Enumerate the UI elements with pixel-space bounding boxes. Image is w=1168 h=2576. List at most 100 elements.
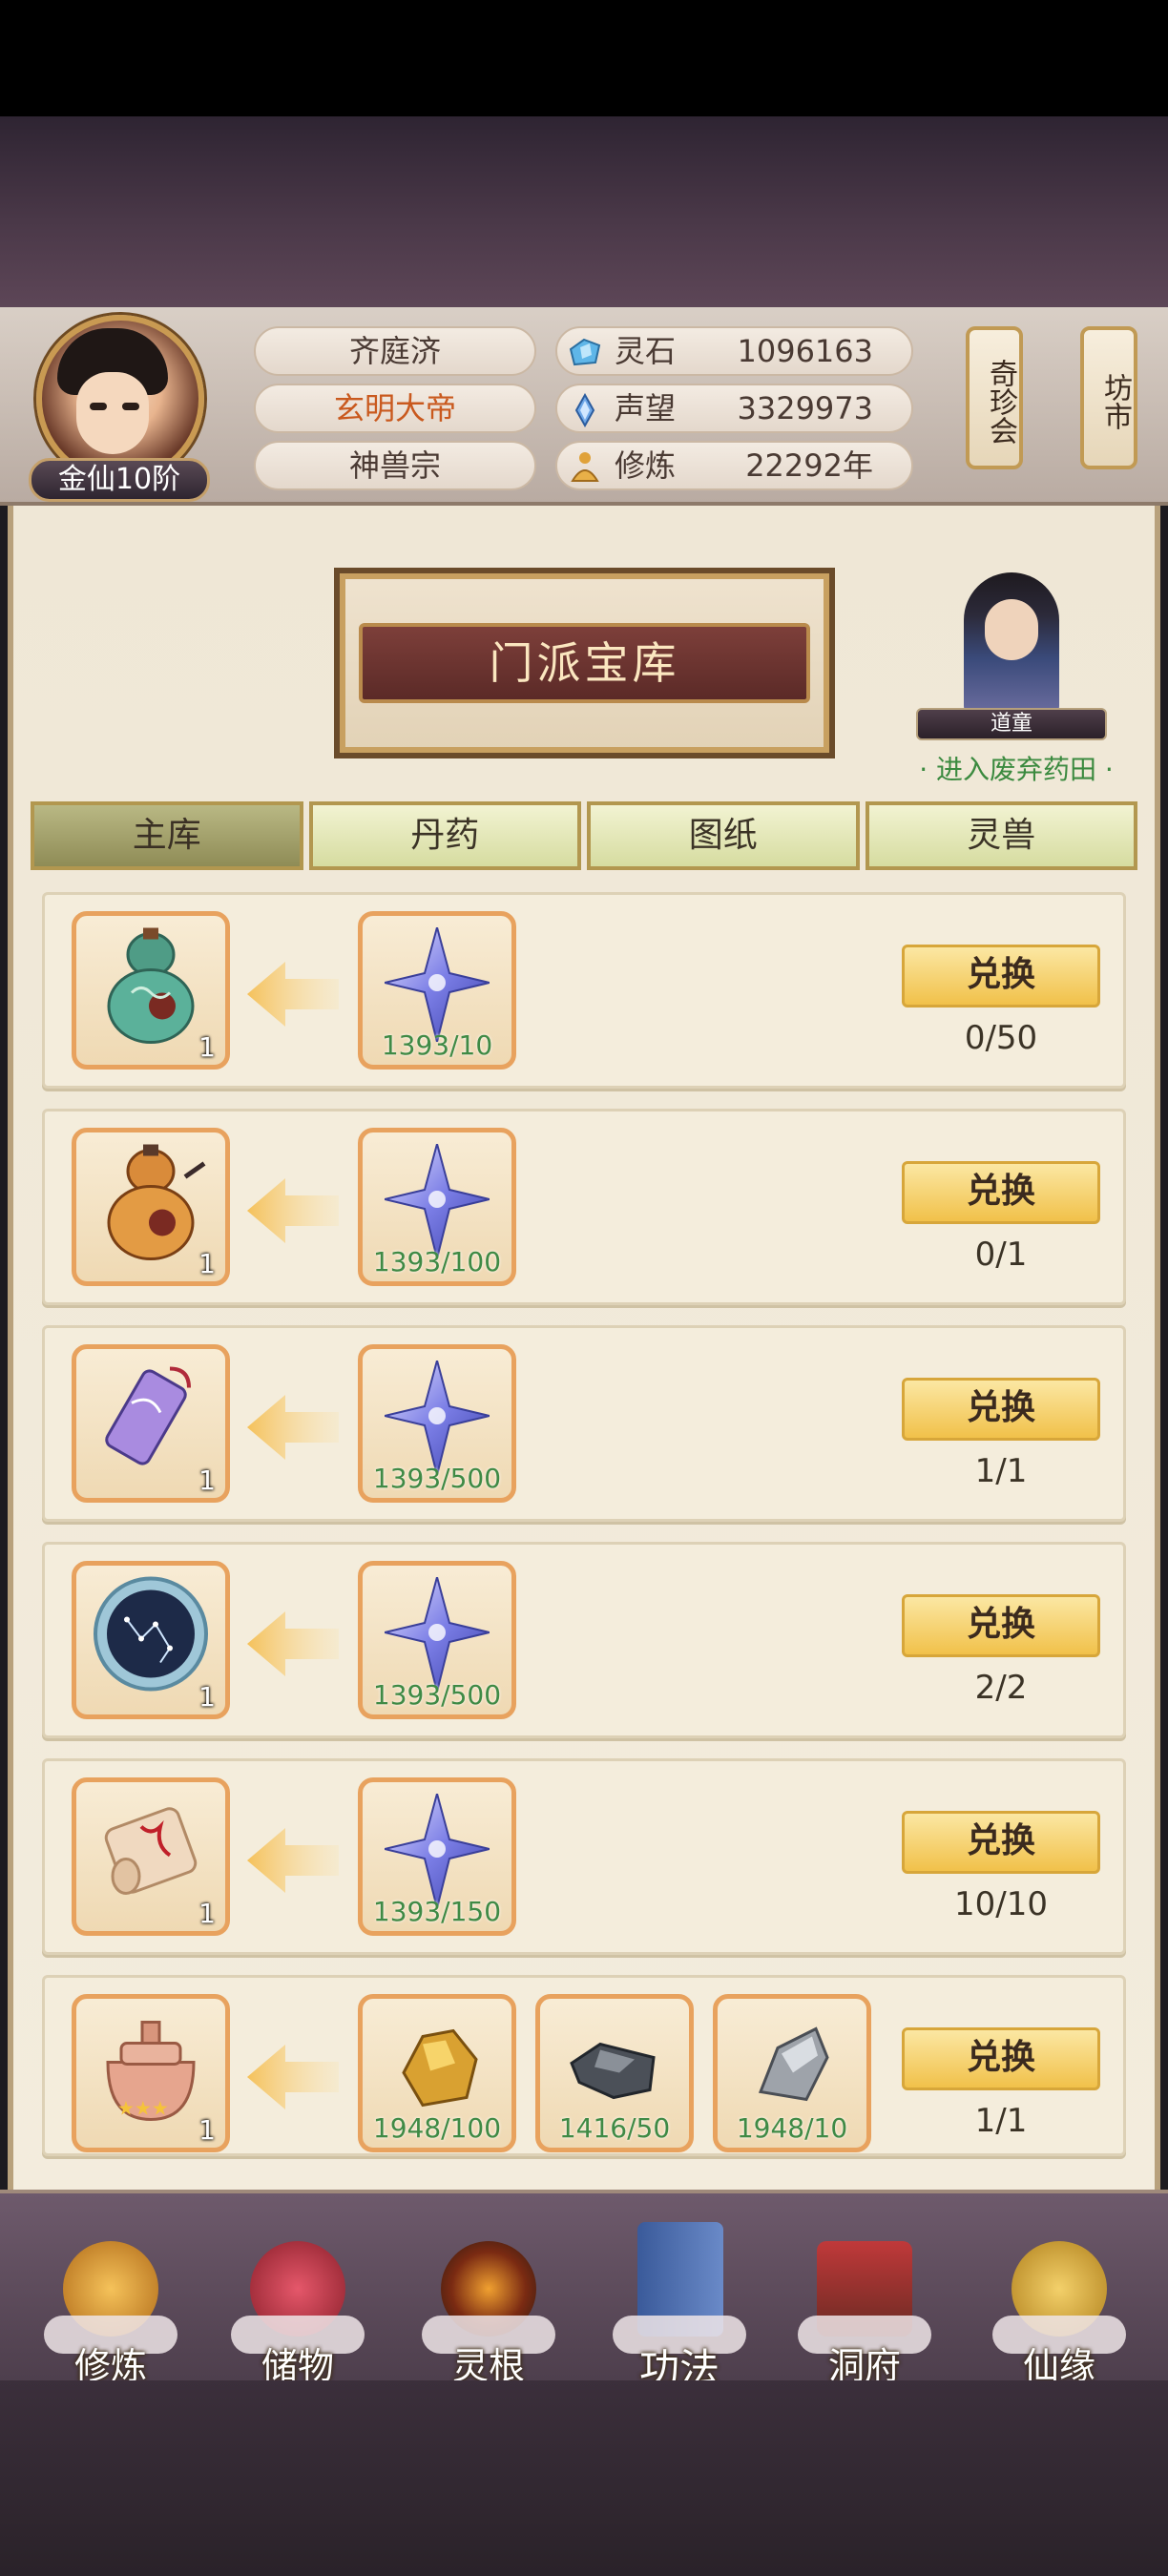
cost-slot[interactable]: 1393/10 xyxy=(358,911,516,1070)
arrow-left-icon xyxy=(247,1178,339,1243)
reward-slot[interactable]: 1 xyxy=(72,1561,230,1719)
exchange-progress: 0/1 xyxy=(974,1236,1028,1274)
nav-techniques[interactable]: 功法 xyxy=(603,2222,756,2392)
nav-cultivate[interactable]: 修炼 xyxy=(34,2241,187,2387)
avatar-eye xyxy=(90,403,107,410)
title-plaque: 门派宝库 xyxy=(334,568,835,758)
dark-ore-icon xyxy=(570,2042,656,2100)
svg-text:★★★: ★★★ xyxy=(117,2097,169,2120)
nav-storage[interactable]: 储物 xyxy=(221,2241,374,2387)
spirit-stone-icon xyxy=(569,338,601,366)
resource-label: 灵石 xyxy=(615,333,677,369)
arrow-left-icon xyxy=(247,1828,339,1893)
tab-main-vault[interactable]: 主库 xyxy=(31,801,303,870)
page-title: 门派宝库 xyxy=(359,623,810,703)
exchange-row: 1 1393/10 兑换 0/50 xyxy=(42,892,1126,1089)
nav-spirit-root[interactable]: 灵根 xyxy=(412,2241,565,2387)
player-header: 金仙10阶 齐庭济 玄明大帝 神兽宗 灵石 1096163 声望 3329973… xyxy=(0,307,1168,506)
exchange-button[interactable]: 兑换 xyxy=(902,1811,1100,1874)
cultivation-icon xyxy=(571,452,599,482)
reward-slot[interactable]: 1 xyxy=(72,1128,230,1286)
cost-slot[interactable]: 1948/10 xyxy=(713,1994,871,2152)
silver-ore-icon xyxy=(758,2026,829,2102)
reward-count: 1 xyxy=(198,1031,216,1063)
cost-slot[interactable]: 1393/100 xyxy=(358,1128,516,1286)
exchange-progress: 0/50 xyxy=(964,1019,1038,1057)
exchange-row: ★★★ 1 1948/100 1416/50 1948/10 兑换 1/1 xyxy=(42,1975,1126,2156)
exchange-row: 1 1393/500 兑换 2/2 xyxy=(42,1542,1126,1738)
exchange-row: 1 1393/150 兑换 10/10 xyxy=(42,1758,1126,1955)
reward-count: 1 xyxy=(198,1898,216,1929)
cost-quantity: 1393/100 xyxy=(372,1246,502,1278)
arrow-left-icon xyxy=(247,2045,339,2109)
exchange-button[interactable]: 兑换 xyxy=(902,945,1100,1008)
resource-prestige: 声望 3329973 xyxy=(555,384,913,433)
prestige-icon xyxy=(574,393,595,427)
reward-count: 1 xyxy=(198,2114,216,2146)
background-bottom xyxy=(0,2380,1168,2576)
reward-slot[interactable]: 1 xyxy=(72,1777,230,1936)
nav-cave-dwelling[interactable]: 洞府 xyxy=(788,2241,941,2387)
cost-slot[interactable]: 1393/500 xyxy=(358,1561,516,1719)
purple-star-shard-icon xyxy=(385,1794,490,1908)
tab-bar: 主库 丹药 图纸 灵兽 xyxy=(31,801,1137,870)
cost-slot[interactable]: 1393/150 xyxy=(358,1777,516,1936)
market-button[interactable]: 坊市 xyxy=(1080,326,1137,469)
cost-quantity: 1948/100 xyxy=(372,2112,502,2144)
market-label: 坊市 xyxy=(1098,373,1132,430)
purple-talisman-icon xyxy=(105,1366,191,1465)
exchange-button[interactable]: 兑换 xyxy=(902,2027,1100,2090)
player-sect: 神兽宗 xyxy=(254,441,536,490)
cost-quantity: 1393/10 xyxy=(381,1029,493,1061)
purple-star-shard-icon xyxy=(385,1577,490,1692)
exchange-row: 1 1393/100 兑换 0/1 xyxy=(42,1109,1126,1305)
tab-spirit-beasts[interactable]: 灵兽 xyxy=(865,801,1137,870)
background-top xyxy=(0,116,1168,307)
purple-star-shard-icon xyxy=(385,1144,490,1258)
cost-slot[interactable]: 1393/500 xyxy=(358,1344,516,1503)
reward-slot[interactable]: ★★★ 1 xyxy=(72,1994,230,2152)
tab-pills[interactable]: 丹药 xyxy=(308,801,581,870)
cost-quantity: 1393/500 xyxy=(372,1463,502,1494)
cost-slot[interactable]: 1416/50 xyxy=(535,1994,694,2152)
avatar-face xyxy=(76,372,149,454)
cost-slot[interactable]: 1948/100 xyxy=(358,1994,516,2152)
exchange-button[interactable]: 兑换 xyxy=(902,1378,1100,1441)
enter-abandoned-field-link[interactable]: · 进入废弃药田 · xyxy=(897,749,1136,787)
npc-portrait[interactable]: 道童 xyxy=(907,572,1116,744)
resource-value: 1096163 xyxy=(737,333,873,369)
purple-star-shard-icon xyxy=(385,1361,490,1475)
cost-quantity: 1393/150 xyxy=(372,1896,502,1927)
exchange-button[interactable]: 兑换 xyxy=(902,1161,1100,1224)
exchange-button[interactable]: 兑换 xyxy=(902,1594,1100,1657)
gold-ore-icon xyxy=(402,2028,478,2108)
nav-immortal-fate[interactable]: 仙缘 xyxy=(983,2241,1136,2387)
resource-cultivation: 修炼 22292年 xyxy=(555,441,913,490)
player-name: 齐庭济 xyxy=(254,326,536,376)
resource-spirit-stone: 灵石 1096163 xyxy=(555,326,913,376)
reward-slot[interactable]: 1 xyxy=(72,1344,230,1503)
treasure-fair-button[interactable]: 奇珍会 xyxy=(966,326,1023,469)
reward-slot[interactable]: 1 xyxy=(72,911,230,1070)
npc-face xyxy=(985,599,1038,660)
avatar[interactable]: 金仙10阶 xyxy=(29,315,210,502)
resource-value: 22292年 xyxy=(745,447,873,484)
resource-label: 修炼 xyxy=(615,447,677,484)
reward-count: 1 xyxy=(198,1248,216,1279)
orange-gourd-icon xyxy=(107,1144,206,1260)
bronze-cauldron-icon: ★★★ xyxy=(106,2021,196,2122)
exchange-progress: 1/1 xyxy=(974,2102,1028,2140)
exchange-progress: 2/2 xyxy=(974,1669,1028,1707)
bottom-nav: 修炼 储物 灵根 功法 洞府 仙缘 xyxy=(0,2190,1168,2392)
arrow-left-icon xyxy=(247,1611,339,1676)
exchange-progress: 1/1 xyxy=(974,1452,1028,1490)
tab-blueprints[interactable]: 图纸 xyxy=(587,801,860,870)
avatar-eye xyxy=(122,403,139,410)
treasure-fair-label: 奇珍会 xyxy=(984,359,1017,445)
star-chart-icon xyxy=(94,1576,208,1692)
player-title: 玄明大帝 xyxy=(254,384,536,433)
scroll-icon xyxy=(104,1807,198,1895)
resource-label: 声望 xyxy=(615,390,677,426)
arrow-left-icon xyxy=(247,962,339,1027)
rank-badge: 金仙10阶 xyxy=(29,458,210,502)
